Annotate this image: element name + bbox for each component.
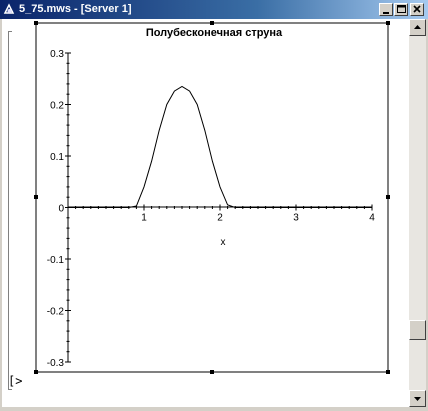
resize-handle-bm[interactable] <box>210 370 214 374</box>
resize-handle-ml[interactable] <box>34 195 38 199</box>
x-tick-label: 1 <box>141 213 147 224</box>
scroll-thumb[interactable] <box>409 320 426 340</box>
series-line <box>68 85 372 208</box>
maple-document-icon <box>3 3 15 14</box>
y-tick-label: 0.3 <box>50 49 64 60</box>
y-tick-label: -0.2 <box>47 307 65 318</box>
x-axis-label: x <box>221 237 226 248</box>
resize-handle-tr[interactable] <box>386 21 390 25</box>
tick-group: 1 2 3 4 0.3 0.2 0.1 0 -0.1 -0.2 -0.3 <box>47 49 375 369</box>
resize-handle-bl[interactable] <box>34 370 38 374</box>
x-tick-label: 2 <box>217 213 223 224</box>
x-tick-label: 3 <box>293 213 299 224</box>
close-button[interactable] <box>410 3 424 16</box>
y-tick-label: -0.1 <box>47 255 65 266</box>
resize-handle-tl[interactable] <box>34 21 38 25</box>
close-icon <box>413 5 421 13</box>
plot-region[interactable]: Полубесконечная струна x 1 2 3 4 0.3 0.2 0.1 0 -… <box>2 19 409 407</box>
resize-handle-tm[interactable] <box>210 21 214 25</box>
y-tick-label: -0.3 <box>47 358 65 369</box>
worksheet-area[interactable]: [> Полубесконечная струна x 1 2 3 4 0.3 0.2 0.… <box>2 19 409 407</box>
scroll-down-button[interactable] <box>409 390 426 407</box>
arrow-up-icon <box>414 25 421 29</box>
y-tick-label: 0 <box>58 204 64 215</box>
minimize-button[interactable] <box>379 3 393 16</box>
plot-frame <box>35 22 389 373</box>
x-tick-label: 4 <box>369 213 375 224</box>
window-titlebar[interactable]: 5_75.mws - [Server 1] <box>0 0 428 19</box>
y-tick-label: 0.2 <box>50 101 64 112</box>
window-title: 5_75.mws - [Server 1] <box>19 3 132 15</box>
resize-handle-mr[interactable] <box>386 195 390 199</box>
arrow-down-icon <box>414 397 421 401</box>
scroll-up-button[interactable] <box>409 19 426 36</box>
maximize-icon <box>397 5 406 13</box>
y-tick-label: 0.1 <box>50 152 64 163</box>
maximize-button[interactable] <box>394 3 408 16</box>
vertical-scrollbar[interactable] <box>409 19 426 407</box>
chart-title: Полубесконечная струна <box>146 27 283 39</box>
minimize-icon <box>383 12 389 14</box>
resize-handle-br[interactable] <box>386 370 390 374</box>
